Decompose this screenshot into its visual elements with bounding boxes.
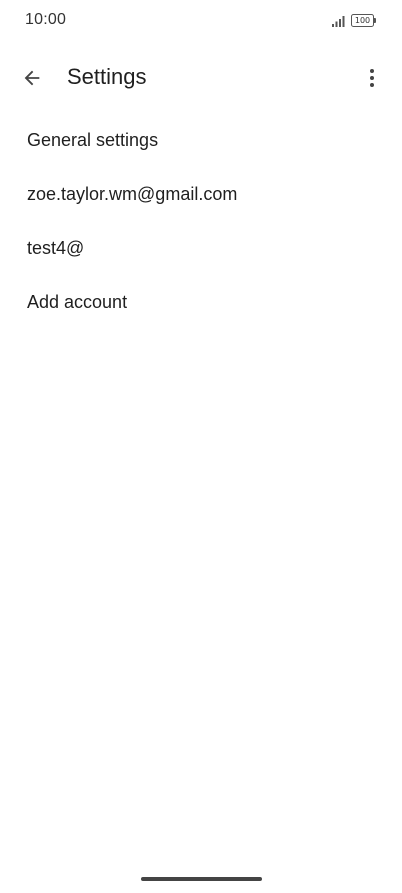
status-time: 10:00: [25, 11, 67, 28]
more-options-button[interactable]: [352, 56, 392, 100]
more-vertical-icon: [370, 69, 374, 87]
account-item-zoe[interactable]: zoe.taylor.wm@gmail.com: [0, 167, 402, 221]
battery-icon: 100: [351, 14, 377, 27]
signal-bars-icon: [332, 16, 345, 27]
status-bar: 10:00 100: [0, 0, 402, 42]
back-button[interactable]: [12, 56, 52, 100]
arrow-back-icon: [24, 70, 40, 86]
battery-tip: [374, 18, 376, 23]
page-title: Settings: [67, 64, 147, 89]
add-account-item[interactable]: Add account: [0, 275, 402, 329]
battery-level: 100: [351, 14, 374, 27]
account-item-test4[interactable]: test4@: [0, 221, 402, 275]
app-bar: Settings: [0, 52, 402, 104]
general-settings-item[interactable]: General settings: [0, 113, 402, 167]
settings-list: General settings zoe.taylor.wm@gmail.com…: [0, 113, 402, 329]
home-indicator[interactable]: [141, 877, 262, 881]
